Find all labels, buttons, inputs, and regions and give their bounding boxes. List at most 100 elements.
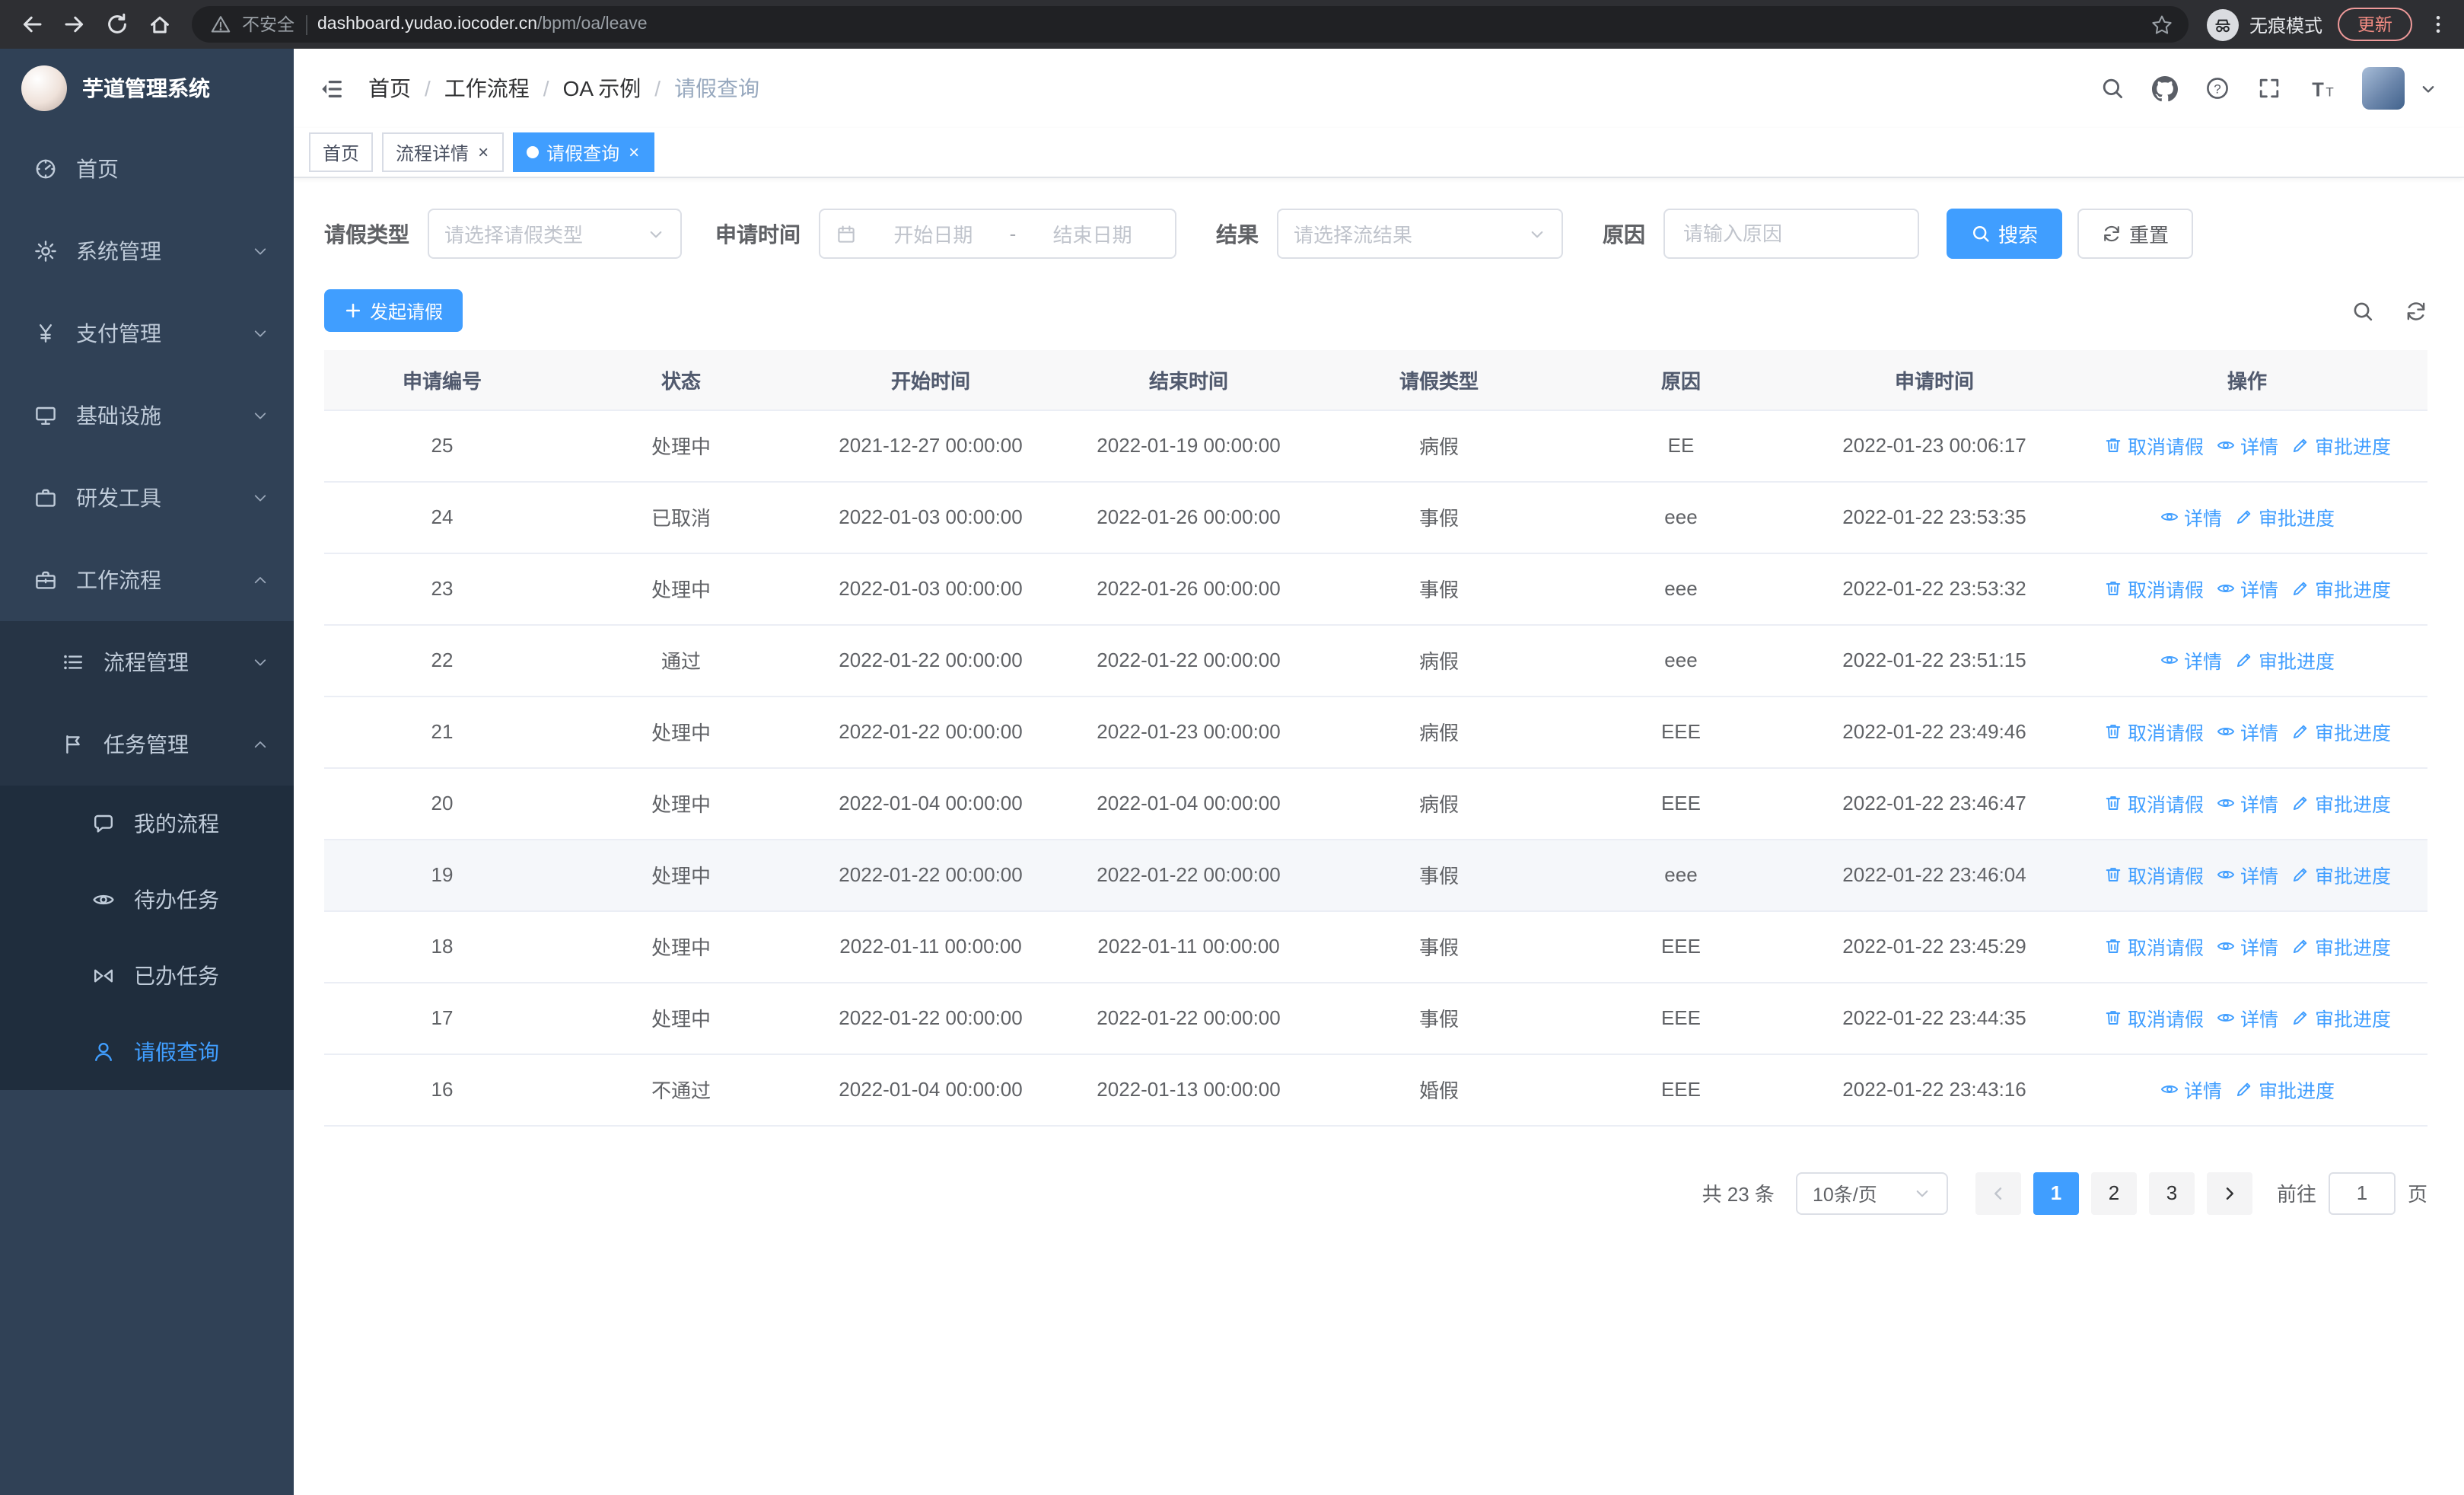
start-date-placeholder: 开始日期 — [893, 224, 973, 247]
sidebar-item-leave-query[interactable]: 请假查询 — [0, 1014, 294, 1090]
cancel-leave-link[interactable]: 取消请假 — [2103, 789, 2204, 818]
breadcrumb-separator: / — [654, 76, 661, 100]
detail-link[interactable]: 详情 — [2160, 502, 2222, 531]
sidebar-item-process-management[interactable]: 流程管理 — [0, 621, 294, 703]
sidebar-item-devtools[interactable]: 研发工具 — [0, 457, 294, 539]
detail-link[interactable]: 详情 — [2216, 717, 2278, 746]
sidebar-collapse-icon[interactable] — [318, 75, 344, 101]
approval-progress-link[interactable]: 审批进度 — [2234, 502, 2335, 531]
leave-type-select[interactable]: 请选择请假类型 — [428, 209, 682, 259]
sidebar-item-done-task[interactable]: 已办任务 — [0, 938, 294, 1014]
cell-end-time: 2022-01-13 00:00:00 — [1059, 1054, 1318, 1126]
next-page-button[interactable] — [2206, 1171, 2252, 1214]
search-button[interactable]: 搜索 — [1947, 209, 2063, 259]
action-label: 审批进度 — [2259, 508, 2335, 530]
result-select[interactable]: 请选择流结果 — [1277, 209, 1563, 259]
browser-menu-icon[interactable] — [2427, 14, 2449, 35]
cell-leave-type: 事假 — [1318, 839, 1560, 911]
sidebar-item-todo-task[interactable]: 待办任务 — [0, 862, 294, 938]
page-button-1[interactable]: 1 — [2033, 1171, 2079, 1214]
header-search-icon[interactable] — [2100, 76, 2125, 100]
security-warning-icon[interactable] — [210, 14, 231, 35]
address-bar[interactable]: 不安全 dashboard.yudao.iocoder.cn/bpm/oa/le… — [192, 6, 2189, 43]
cancel-leave-link[interactable]: 取消请假 — [2103, 932, 2204, 961]
cell-apply-time: 2022-01-22 23:49:46 — [1802, 696, 2067, 768]
browser-forward-button[interactable] — [55, 5, 94, 44]
font-size-icon[interactable]: TT — [2309, 75, 2335, 101]
sidebar-item-payment[interactable]: 支付管理 — [0, 292, 294, 375]
tab-close-icon[interactable]: × — [476, 143, 490, 161]
edit-icon — [2234, 1079, 2254, 1099]
page-size-select[interactable]: 10条/页 — [1795, 1171, 1948, 1214]
approval-progress-link[interactable]: 审批进度 — [2291, 860, 2391, 889]
sidebar-item-system[interactable]: 系统管理 — [0, 210, 294, 292]
tab-process-detail[interactable]: 流程详情 × — [382, 132, 505, 172]
eye-icon — [88, 888, 119, 912]
breadcrumb-item[interactable]: OA 示例 — [563, 73, 641, 104]
tab-close-icon[interactable]: × — [627, 143, 641, 161]
detail-link[interactable]: 详情 — [2160, 645, 2222, 674]
approval-progress-link[interactable]: 审批进度 — [2291, 1003, 2391, 1032]
action-label: 取消请假 — [2127, 1009, 2204, 1031]
tab-leave-query[interactable]: 请假查询 × — [513, 132, 655, 172]
chat-icon — [88, 811, 119, 836]
edit-icon — [2291, 435, 2310, 455]
apply-time-range-picker[interactable]: 开始日期 - 结束日期 — [819, 209, 1176, 259]
cell-status: 处理中 — [560, 839, 802, 911]
top-navbar: 首页 / 工作流程 / OA 示例 / 请假查询 ? TT — [294, 49, 2464, 128]
github-icon[interactable] — [2152, 75, 2178, 101]
tab-home[interactable]: 首页 — [309, 132, 374, 172]
detail-link[interactable]: 详情 — [2216, 1003, 2278, 1032]
user-avatar[interactable] — [2362, 67, 2405, 110]
fullscreen-icon[interactable] — [2257, 76, 2281, 100]
detail-link[interactable]: 详情 — [2216, 789, 2278, 818]
detail-link[interactable]: 详情 — [2216, 860, 2278, 889]
goto-page-input[interactable] — [2328, 1171, 2396, 1214]
approval-progress-link[interactable]: 审批进度 — [2291, 431, 2391, 460]
detail-link[interactable]: 详情 — [2216, 932, 2278, 961]
browser-update-button[interactable]: 更新 — [2338, 8, 2412, 41]
page-button-2[interactable]: 2 — [2090, 1171, 2137, 1214]
breadcrumb-item[interactable]: 工作流程 — [444, 73, 530, 104]
cancel-leave-link[interactable]: 取消请假 — [2103, 860, 2204, 889]
help-icon[interactable]: ? — [2205, 76, 2230, 100]
cancel-leave-link[interactable]: 取消请假 — [2103, 574, 2204, 603]
sidebar-item-home[interactable]: 首页 — [0, 128, 294, 210]
detail-link[interactable]: 详情 — [2216, 574, 2278, 603]
table-row: 17 处理中 2022-01-22 00:00:00 2022-01-22 00:00… — [324, 982, 2427, 1054]
create-leave-button[interactable]: 发起请假 — [324, 289, 463, 332]
bookmark-star-icon[interactable] — [2146, 8, 2179, 41]
sidebar-item-task-management[interactable]: 任务管理 — [0, 703, 294, 786]
cell-end-time: 2022-01-19 00:00:00 — [1059, 410, 1318, 482]
cancel-leave-link[interactable]: 取消请假 — [2103, 1003, 2204, 1032]
chevron-down-icon — [251, 489, 269, 507]
toolbar-search-icon[interactable] — [2351, 299, 2374, 322]
browser-home-button[interactable] — [140, 5, 180, 44]
table-row: 25 处理中 2021-12-27 00:00:00 2022-01-19 00:00… — [324, 410, 2427, 482]
reason-input[interactable] — [1663, 209, 1919, 259]
logo[interactable]: 芋道管理系统 — [0, 49, 294, 128]
approval-progress-link[interactable]: 审批进度 — [2291, 932, 2391, 961]
page-button-3[interactable]: 3 — [2148, 1171, 2195, 1214]
sidebar-item-my-process[interactable]: 我的流程 — [0, 786, 294, 862]
prev-page-button[interactable] — [1975, 1171, 2021, 1214]
detail-link[interactable]: 详情 — [2216, 431, 2278, 460]
detail-link[interactable]: 详情 — [2160, 1075, 2222, 1104]
approval-progress-link[interactable]: 审批进度 — [2291, 574, 2391, 603]
sidebar-item-workflow[interactable]: 工作流程 — [0, 539, 294, 621]
browser-back-button[interactable] — [12, 5, 52, 44]
sidebar-item-infrastructure[interactable]: 基础设施 — [0, 375, 294, 457]
approval-progress-link[interactable]: 审批进度 — [2291, 789, 2391, 818]
cancel-leave-link[interactable]: 取消请假 — [2103, 717, 2204, 746]
reset-button[interactable]: 重置 — [2077, 209, 2194, 259]
approval-progress-link[interactable]: 审批进度 — [2234, 645, 2335, 674]
toolbar-refresh-icon[interactable] — [2405, 299, 2427, 322]
breadcrumb-item[interactable]: 首页 — [368, 73, 411, 104]
caret-down-icon[interactable] — [2420, 80, 2437, 97]
pagination: 共 23 条 10条/页 123 前往 页 — [324, 1171, 2427, 1214]
leave-table: 申请编号 状态 开始时间 结束时间 请假类型 原因 申请时间 操作 25 处理中 2021-12-… — [324, 350, 2427, 1126]
browser-reload-button[interactable] — [97, 5, 137, 44]
approval-progress-link[interactable]: 审批进度 — [2291, 717, 2391, 746]
approval-progress-link[interactable]: 审批进度 — [2234, 1075, 2335, 1104]
cancel-leave-link[interactable]: 取消请假 — [2103, 431, 2204, 460]
